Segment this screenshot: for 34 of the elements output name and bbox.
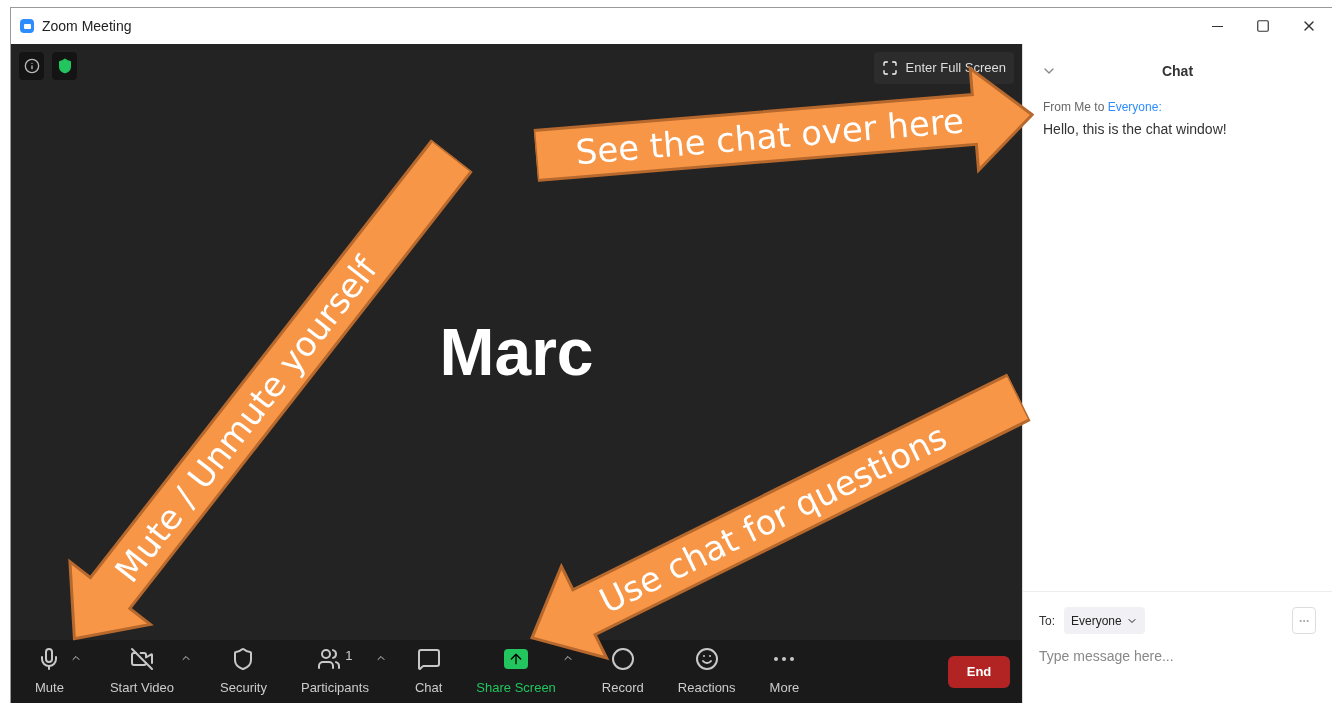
chat-title: Chat bbox=[1160, 61, 1195, 81]
people-icon bbox=[317, 646, 342, 671]
to-label: To: bbox=[1039, 612, 1055, 630]
message-text: Hello, this is the chat window! bbox=[1043, 120, 1228, 139]
callout-text: See the chat over here bbox=[574, 103, 966, 170]
app-logo-icon bbox=[20, 19, 34, 33]
more-icon bbox=[774, 656, 795, 661]
participant-name: Marc bbox=[439, 313, 594, 391]
toolbar-button[interactable]: Reactions bbox=[671, 645, 742, 698]
full-screen-icon bbox=[881, 60, 898, 76]
toolbar-button[interactable]: Start Video bbox=[103, 645, 180, 698]
toolbar-button[interactable]: Record bbox=[595, 645, 650, 698]
participant-count: 1 bbox=[345, 646, 353, 665]
info-icon bbox=[23, 58, 40, 74]
shield-check-button[interactable] bbox=[52, 52, 77, 80]
video-off-icon bbox=[129, 646, 154, 671]
message-input[interactable]: Type message here... bbox=[1039, 646, 1316, 667]
toolbar-button[interactable]: Security bbox=[214, 645, 273, 698]
info-button[interactable] bbox=[19, 52, 44, 80]
end-button[interactable]: End bbox=[948, 655, 1010, 688]
smiley-icon bbox=[694, 646, 719, 671]
window-title: Zoom Meeting bbox=[42, 16, 132, 36]
toolbar-button[interactable]: Chat bbox=[408, 645, 449, 698]
toolbar-button[interactable]: More bbox=[763, 645, 806, 698]
minimize-icon bbox=[1211, 25, 1223, 27]
maximize-icon bbox=[1256, 19, 1270, 33]
toolbar-button[interactable]: Mute bbox=[29, 645, 70, 698]
message-sender: From Me to Everyone: bbox=[1043, 99, 1163, 116]
record-icon bbox=[610, 646, 635, 671]
toolbar-button[interactable]: Share Screen bbox=[470, 645, 562, 698]
shield-check-icon bbox=[56, 58, 73, 74]
speech-bubble-icon bbox=[416, 646, 441, 671]
toolbar-button[interactable]: 1 Participants bbox=[294, 645, 375, 698]
recipient-dropdown[interactable]: Everyone bbox=[1064, 607, 1145, 634]
